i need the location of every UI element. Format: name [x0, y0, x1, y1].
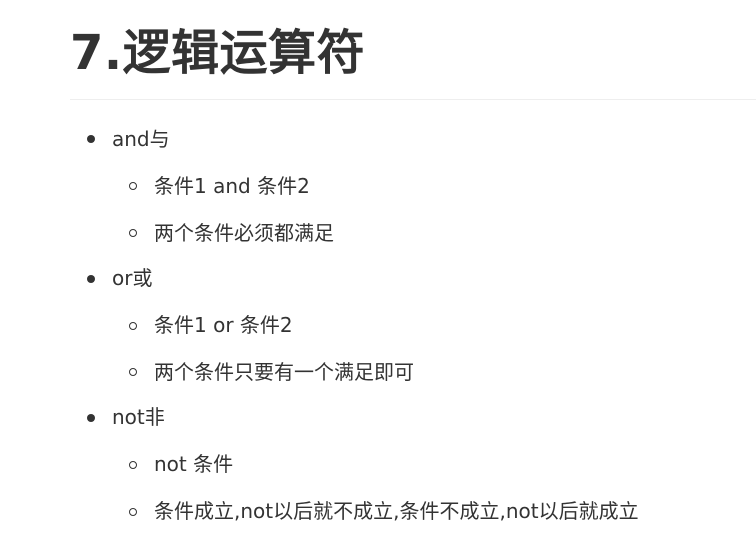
sub-list-item-text: 条件成立,not以后就不成立,条件不成立,not以后就成立 — [154, 499, 639, 523]
operator-list: and与 条件1 and 条件2 两个条件必须都满足 or或 条件1 or 条件… — [0, 0, 756, 537]
sub-list-item-text: not 条件 — [154, 452, 234, 476]
circle-bullet-icon — [129, 508, 137, 516]
circle-bullet-icon — [129, 461, 137, 469]
document-page: 7.逻辑运算符 and与 条件1 and 条件2 两个条件必须都满足 or或 条… — [0, 0, 756, 537]
sub-list: not 条件 条件成立,not以后就不成立,条件不成立,not以后就成立 — [0, 0, 756, 537]
